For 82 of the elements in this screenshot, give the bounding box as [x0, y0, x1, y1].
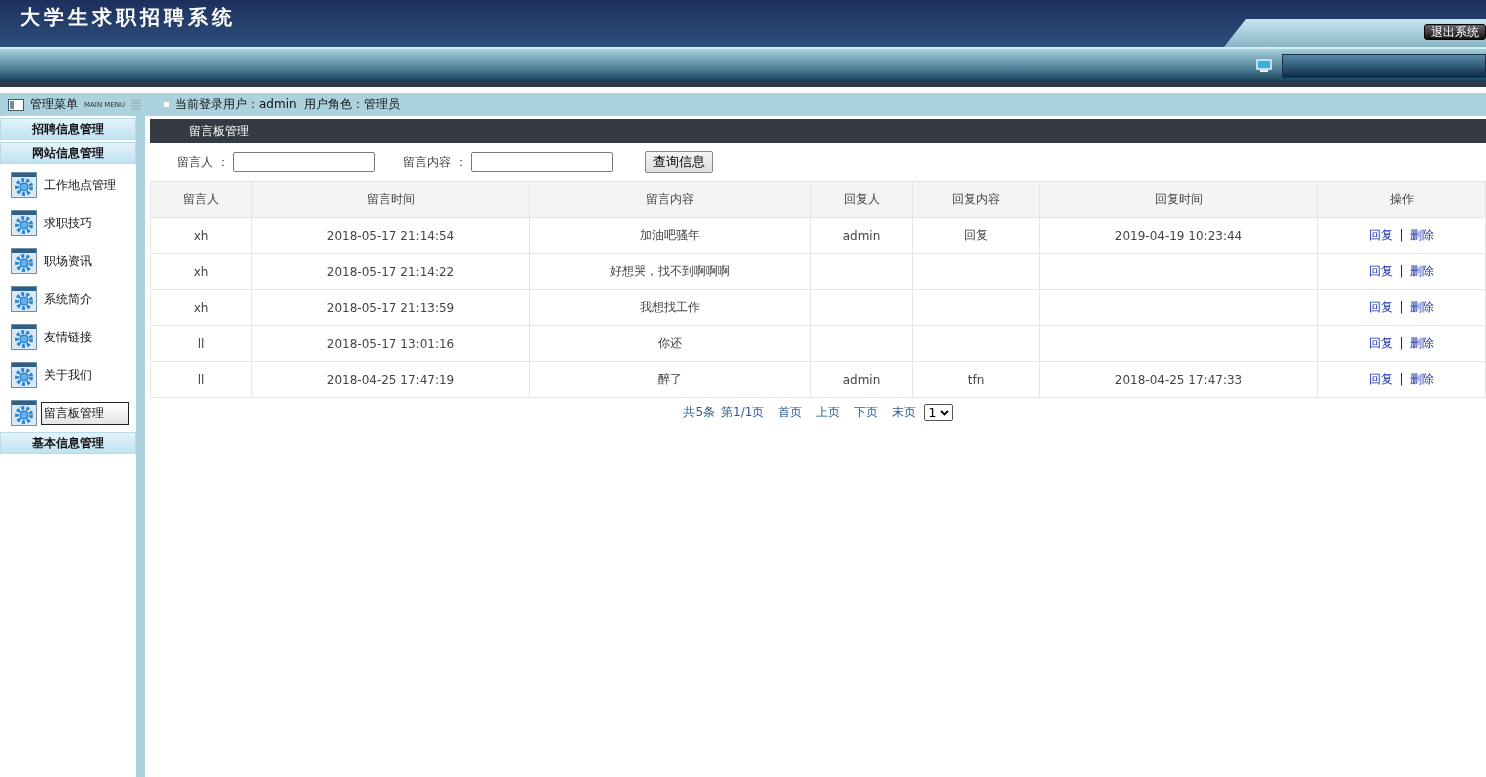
column-header: 操作: [1317, 181, 1486, 218]
sidebar-item[interactable]: 友情链接: [41, 325, 95, 349]
column-header: 留言时间: [251, 181, 530, 218]
gear-window-icon: [11, 248, 37, 274]
monitor-icon: [1256, 59, 1272, 72]
action-link[interactable]: 删除: [1409, 264, 1434, 278]
action-link[interactable]: 删除: [1409, 300, 1434, 314]
column-header: 回复内容: [912, 181, 1040, 218]
table-cell: ll: [150, 361, 252, 398]
field-label: 留言内容 ：: [402, 153, 467, 171]
chevron-down-icon: [939, 409, 949, 416]
column-header: 回复人: [810, 181, 913, 218]
action-link[interactable]: 回复: [1369, 264, 1394, 278]
table-cell: 2019-04-19 10:23:44: [1039, 217, 1318, 254]
table-cell: ll: [150, 325, 252, 362]
menu-panel-icon: [8, 98, 24, 111]
page-link[interactable]: 首页: [778, 404, 803, 421]
sidebar-group[interactable]: 招聘信息管理: [0, 118, 136, 140]
table-cell: 2018-05-17 21:13:59: [251, 289, 530, 326]
table-cell: 加油吧骚年: [529, 217, 811, 254]
separator: |: [1399, 228, 1404, 242]
action-link[interactable]: 回复: [1369, 300, 1394, 314]
table-cell: 2018-05-17 21:14:54: [251, 217, 530, 254]
page-link[interactable]: 末页: [892, 404, 917, 421]
sidebar-item[interactable]: 工作地点管理: [41, 173, 119, 197]
table-cell: xh: [150, 217, 252, 254]
sidebar-item[interactable]: 留言板管理: [41, 401, 129, 425]
sidebar-item[interactable]: 系统简介: [41, 287, 95, 311]
user-info: 当前登录用户：admin 用户角色：管理员: [175, 96, 401, 113]
gear-window-icon: [11, 286, 37, 312]
action-link[interactable]: 删除: [1409, 372, 1434, 386]
table-cell: tfn: [912, 361, 1040, 398]
field-label: 留言人 ：: [177, 153, 229, 171]
sidebar-item[interactable]: 职场资讯: [41, 249, 95, 273]
table-cell: 2018-04-25 17:47:33: [1039, 361, 1318, 398]
table-cell: 2018-05-17 13:01:16: [251, 325, 530, 362]
column-header: 回复时间: [1039, 181, 1318, 218]
gear-window-icon: [11, 324, 37, 350]
total-count: 共5条: [683, 404, 715, 421]
action-link[interactable]: 回复: [1369, 228, 1394, 242]
column-header: 留言内容: [529, 181, 811, 218]
table-cell: xh: [150, 289, 252, 326]
action-link[interactable]: 回复: [1369, 372, 1394, 386]
panel-title: 留言板管理: [189, 124, 249, 138]
menu-title: 管理菜单: [30, 96, 78, 113]
separator: |: [1399, 372, 1404, 386]
separator: |: [1399, 264, 1404, 278]
gear-window-icon: [11, 172, 37, 198]
sidebar-item[interactable]: 求职技巧: [41, 211, 95, 235]
table-cell: 我想找工作: [529, 289, 811, 326]
sidebar-item[interactable]: 关于我们: [41, 363, 95, 387]
system-title: 大学生求职招聘系统: [20, 4, 237, 31]
gear-window-icon: [11, 362, 37, 388]
action-link[interactable]: 删除: [1409, 228, 1434, 242]
page-indicator: 第1/1页: [721, 404, 765, 421]
input-field[interactable]: [232, 152, 375, 172]
table-cell: admin: [810, 217, 913, 254]
table-cell: admin: [810, 361, 913, 398]
separator: |: [1399, 300, 1404, 314]
page-select[interactable]: 1: [924, 404, 953, 421]
input-field[interactable]: [470, 152, 613, 172]
table-cell: xh: [150, 253, 252, 290]
table-cell: 2018-05-17 21:14:22: [251, 253, 530, 290]
page-link[interactable]: 下页: [854, 404, 879, 421]
table-cell: 醉了: [529, 361, 811, 398]
gear-window-icon: [11, 400, 37, 426]
gear-window-icon: [11, 210, 37, 236]
separator: |: [1399, 336, 1404, 350]
lines-icon: [131, 98, 142, 111]
table-cell: 2018-04-25 17:47:19: [251, 361, 530, 398]
action-link[interactable]: 删除: [1409, 336, 1434, 350]
logout-button[interactable]: 退出系统: [1424, 24, 1486, 40]
table-cell: 好想哭，找不到啊啊啊: [529, 253, 811, 290]
table-cell: 回复: [912, 217, 1040, 254]
page-link[interactable]: 上页: [816, 404, 841, 421]
bullet-icon: [164, 102, 169, 107]
sidebar-group[interactable]: 网站信息管理: [0, 142, 136, 164]
action-link[interactable]: 回复: [1369, 336, 1394, 350]
column-header: 留言人: [150, 181, 252, 218]
table-cell: 你还: [529, 325, 811, 362]
sidebar-group[interactable]: 基本信息管理: [0, 432, 136, 454]
search-button[interactable]: 查询信息: [644, 151, 713, 173]
